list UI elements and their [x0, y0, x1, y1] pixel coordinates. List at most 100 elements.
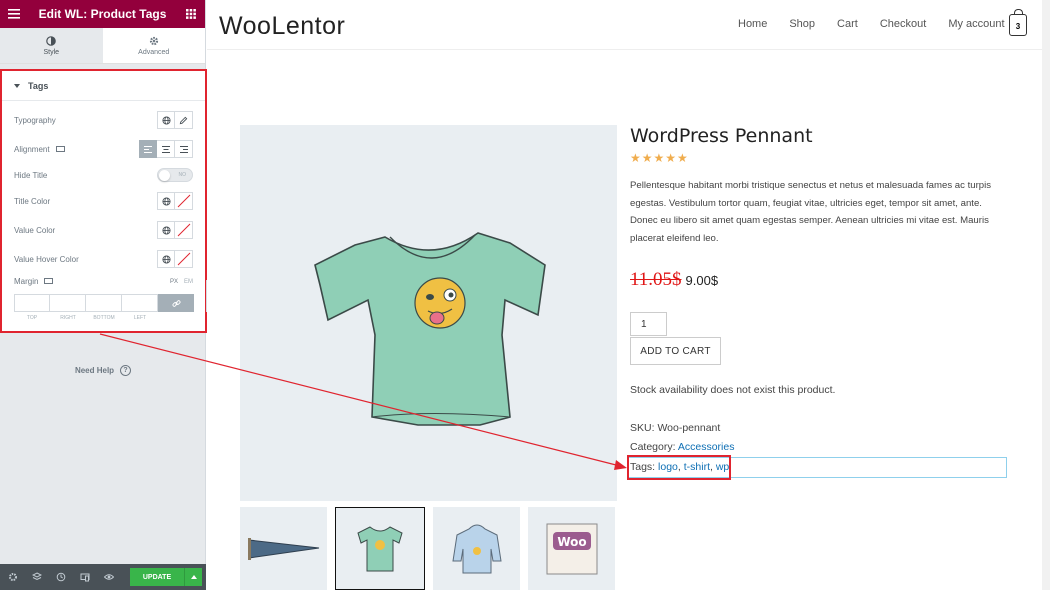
link-values-button[interactable] [158, 294, 194, 312]
desktop-icon [44, 278, 54, 284]
site-logo[interactable]: WooLentor [219, 12, 345, 41]
hide-title-toggle[interactable]: NO [157, 168, 193, 182]
main-nav: Home Shop Cart Checkout My account [738, 18, 1027, 30]
history-icon[interactable] [56, 572, 66, 582]
thumb-pennant[interactable] [240, 507, 327, 590]
align-right-button[interactable] [175, 140, 193, 158]
margin-right-input[interactable] [50, 294, 86, 312]
nav-checkout[interactable]: Checkout [880, 18, 926, 30]
value-color-control: Value Color [14, 221, 193, 239]
site-preview: WooLentor Home Shop Cart Checkout My acc… [207, 0, 1050, 590]
product-meta: SKU: Woo-pennant Category: Accessories T… [627, 419, 1010, 480]
margin-bottom-input[interactable] [86, 294, 122, 312]
product-description: Pellentesque habitant morbi tristique se… [630, 180, 992, 244]
layers-icon[interactable] [32, 572, 42, 582]
hamburger-menu-icon[interactable] [8, 8, 20, 20]
globe-icon[interactable] [157, 192, 175, 210]
rating-stars: ★★★★★ [630, 151, 689, 165]
cart-count: 3 [1015, 21, 1021, 31]
typography-control: Typography [14, 111, 193, 129]
nav-home[interactable]: Home [738, 18, 767, 30]
margin-right-label: RIGHT [60, 315, 76, 321]
edit-pencil-icon[interactable] [175, 111, 193, 129]
thumb-hoodie[interactable] [433, 507, 520, 590]
update-button[interactable]: UPDATE [130, 568, 184, 586]
panel-footer: UPDATE [0, 564, 206, 590]
tab-advanced-label: Advanced [138, 48, 170, 56]
caret-down-icon [14, 83, 20, 88]
alignment-control: Alignment [14, 140, 193, 158]
align-center-button[interactable] [157, 140, 175, 158]
margin-top-input[interactable] [14, 294, 50, 312]
value-hover-color-label: Value Hover Color [14, 254, 79, 264]
responsive-icon[interactable] [80, 572, 90, 582]
contrast-icon [46, 35, 57, 46]
desktop-icon [55, 145, 65, 152]
stock-status: Stock availability does not exist this p… [630, 384, 836, 396]
link-icon [171, 299, 181, 307]
sku-line: SKU: Woo-pennant [630, 419, 1010, 438]
question-icon: ? [120, 365, 132, 376]
tshirt-image [314, 232, 546, 426]
margin-bottom-label: BOTTOM [93, 315, 115, 321]
margin-left-label: LEFT [133, 315, 147, 321]
tags-highlight-box [627, 455, 731, 480]
page-scrollbar[interactable] [1042, 0, 1050, 590]
panel-header: Edit WL: Product Tags [0, 0, 205, 28]
tags-line: Tags: logo, t-shirt, wp [627, 455, 1010, 480]
toggle-knob [159, 170, 170, 181]
preview-eye-icon[interactable] [104, 572, 114, 582]
margin-inputs [14, 294, 194, 312]
color-picker-swatch[interactable] [175, 221, 193, 239]
globe-icon[interactable] [157, 111, 175, 129]
thumb-tshirt[interactable] [335, 507, 425, 590]
update-options-button[interactable] [184, 568, 202, 586]
settings-gear-icon[interactable] [8, 572, 18, 582]
color-picker-swatch[interactable] [175, 250, 193, 268]
margin-top-label: TOP [26, 315, 38, 321]
globe-icon[interactable] [157, 250, 175, 268]
update-button-group: UPDATE [130, 568, 202, 586]
product-price: 11.05$ 9.00$ [630, 269, 1010, 291]
poster-logo-text: Woo [557, 535, 586, 549]
thumb-poster[interactable]: Woo [528, 507, 615, 590]
hide-title-control: Hide Title NO [14, 168, 193, 182]
sale-price: 9.00$ [685, 273, 719, 288]
panel-title: Edit WL: Product Tags [38, 7, 167, 21]
margin-left-input[interactable] [122, 294, 158, 312]
product-main-image[interactable] [240, 125, 617, 501]
unit-em[interactable]: EM [184, 279, 193, 285]
need-help-link[interactable]: Need Help ? [0, 365, 206, 376]
nav-cart[interactable]: Cart [837, 18, 858, 30]
hide-title-label: Hide Title [14, 170, 48, 180]
nav-my-account[interactable]: My account [948, 18, 1004, 30]
tags-section-header[interactable]: Tags [2, 71, 205, 101]
section-title: Tags [28, 80, 49, 91]
unit-px[interactable]: PX [170, 279, 178, 285]
title-color-label: Title Color [14, 196, 51, 206]
globe-icon[interactable] [157, 221, 175, 239]
tab-style[interactable]: Style [0, 28, 103, 63]
nav-shop[interactable]: Shop [789, 18, 815, 30]
quantity-input[interactable]: 1 [630, 312, 667, 336]
tags-section: Tags Typography Alignment Hide Title NO … [0, 69, 207, 333]
category-label: Category: [630, 441, 676, 453]
tab-advanced[interactable]: Advanced [103, 28, 206, 63]
old-price: 11.05$ [630, 269, 682, 290]
align-left-button[interactable] [139, 140, 157, 158]
margin-label: Margin [14, 277, 39, 286]
color-picker-swatch[interactable] [175, 192, 193, 210]
add-to-cart-button[interactable]: ADD TO CART [630, 337, 721, 365]
need-help-label: Need Help [74, 366, 115, 375]
title-color-control: Title Color [14, 192, 193, 210]
site-header: WooLentor Home Shop Cart Checkout My acc… [207, 0, 1050, 50]
gear-icon [149, 36, 159, 46]
widgets-grid-icon[interactable] [185, 8, 197, 20]
cart-bag-icon[interactable]: 3 [1009, 9, 1027, 36]
alignment-label: Alignment [14, 144, 50, 154]
panel-tabs: Style Advanced [0, 28, 205, 64]
value-color-label: Value Color [14, 225, 56, 235]
product-title: WordPress Pennant [630, 125, 813, 147]
product-gallery-thumbs: Woo [240, 507, 615, 590]
category-link[interactable]: Accessories [678, 441, 735, 453]
